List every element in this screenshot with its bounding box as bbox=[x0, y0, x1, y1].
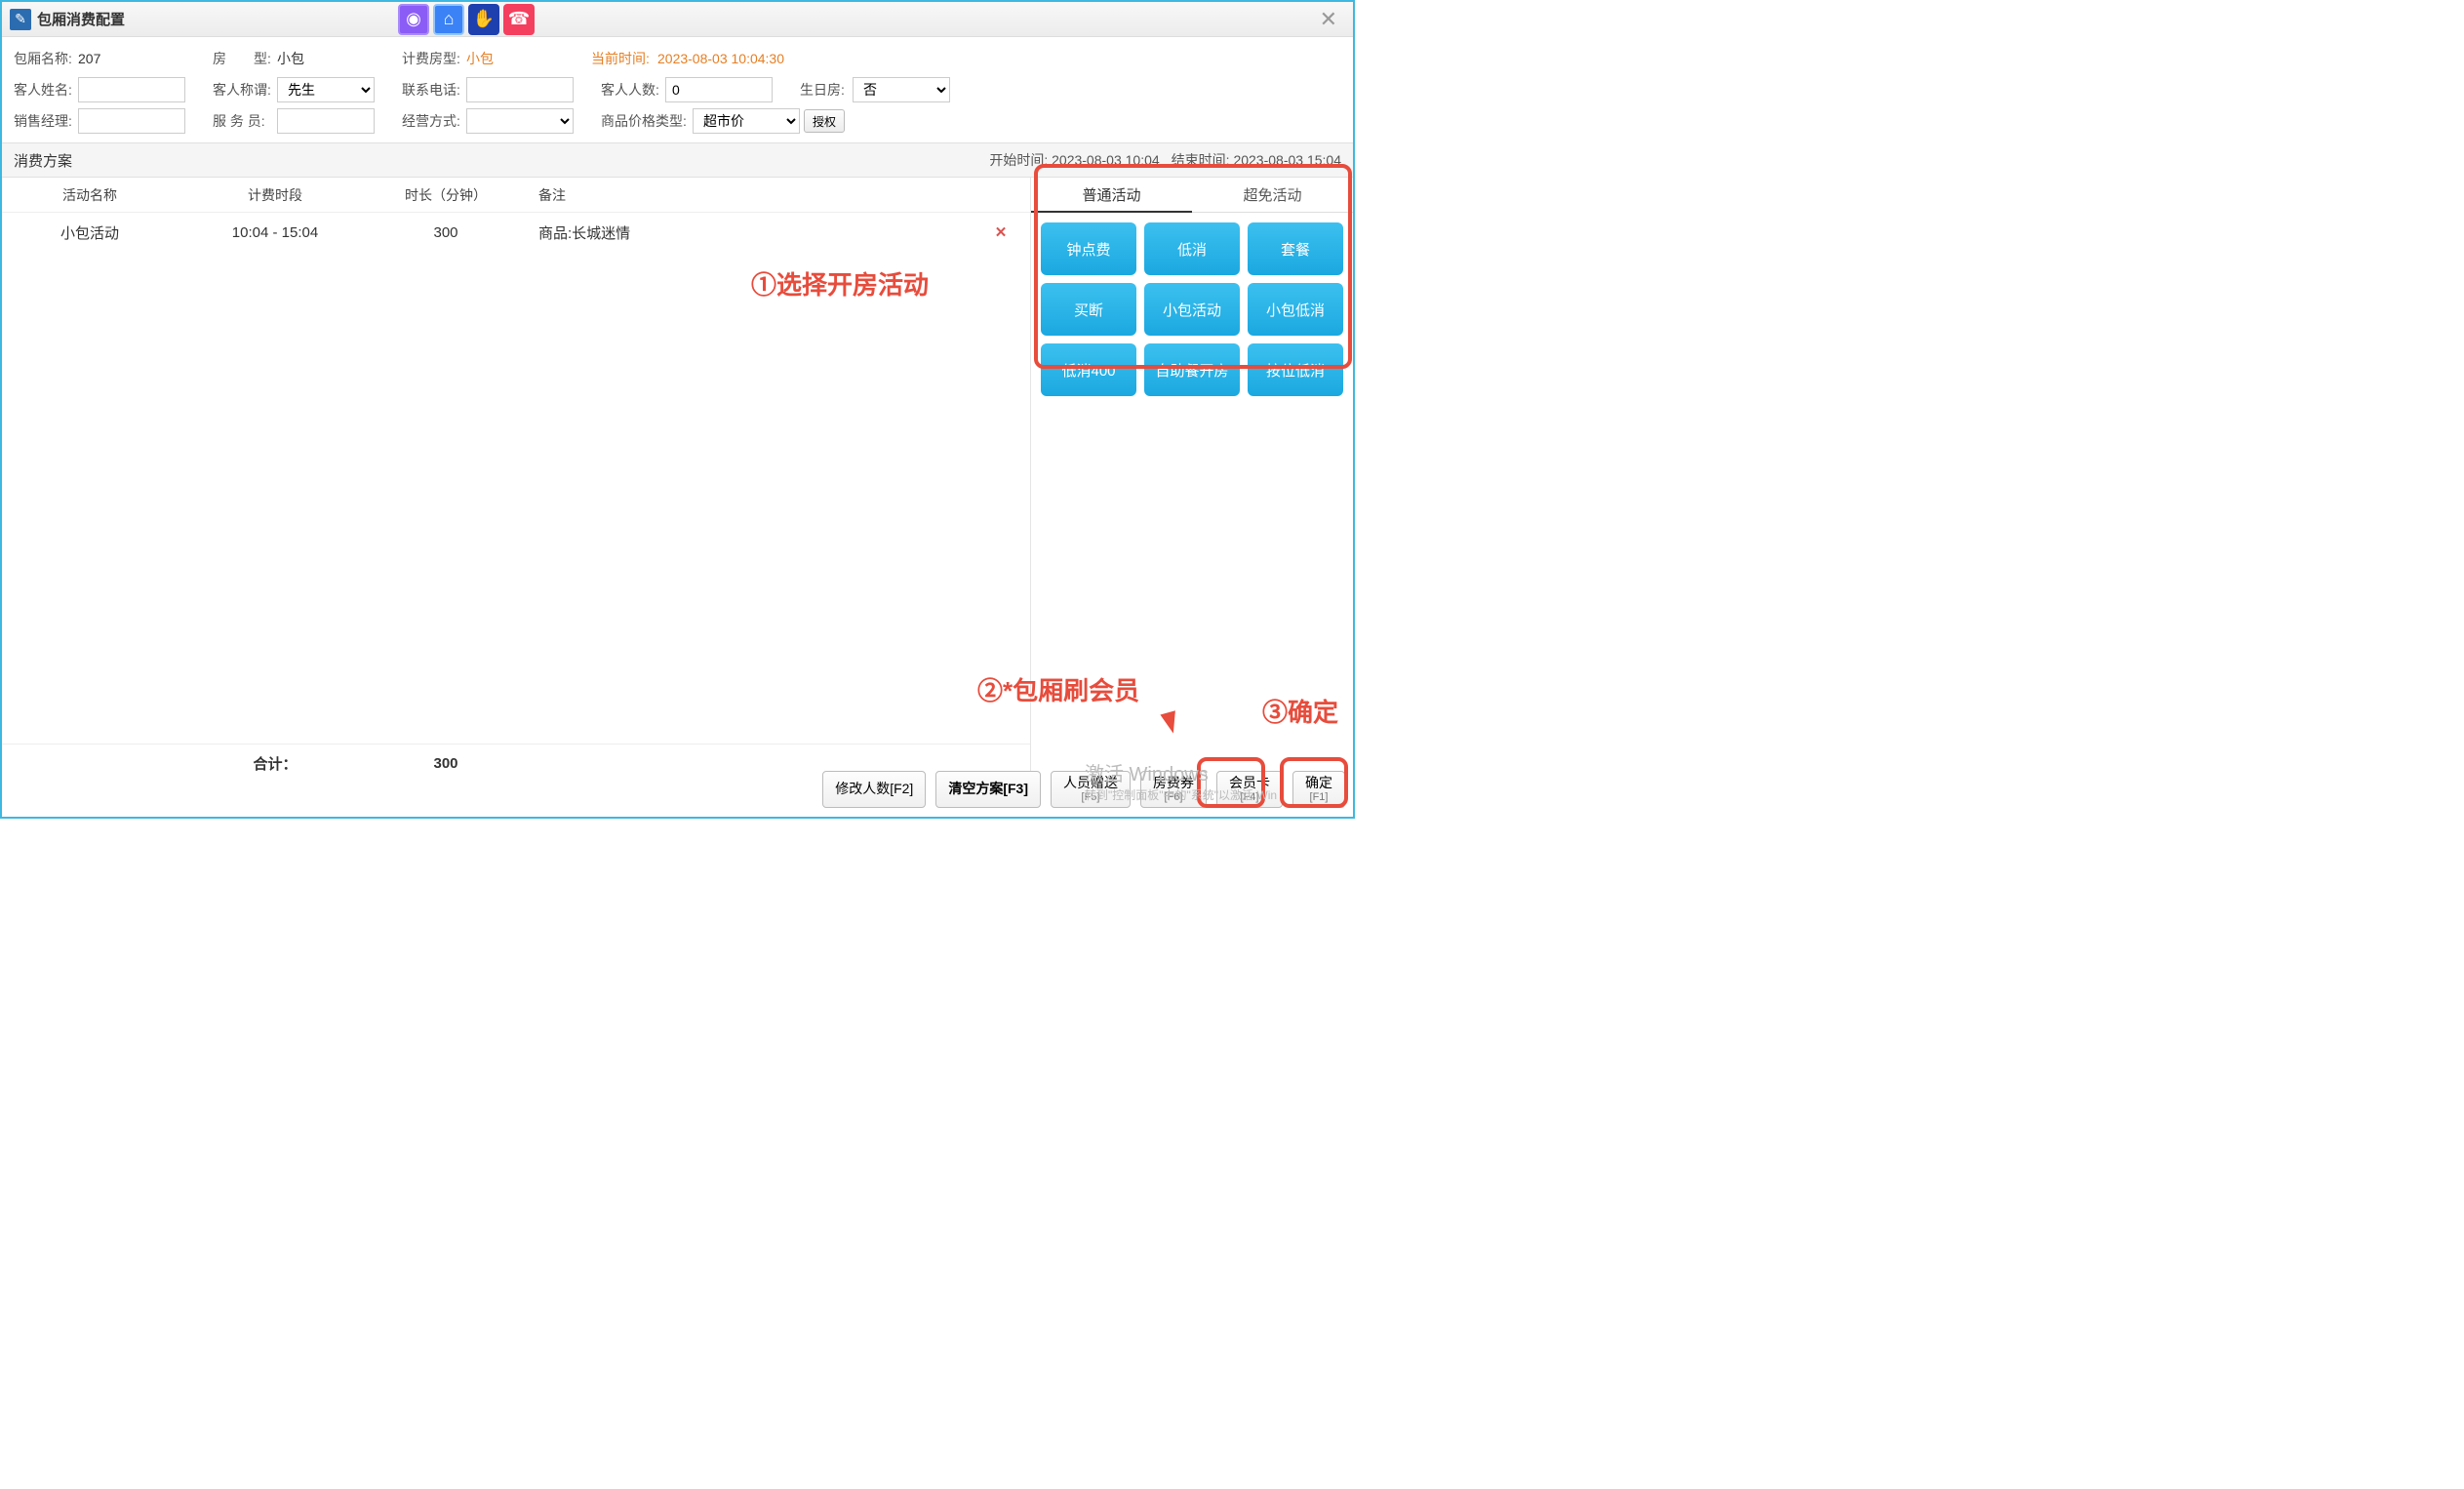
guest-count-label: 客人人数: bbox=[601, 80, 661, 100]
activity-button-4[interactable]: 小包活动 bbox=[1144, 283, 1240, 336]
staff-gift-button[interactable]: 人员赠送[F5] bbox=[1051, 771, 1131, 808]
cell-duration: 300 bbox=[373, 224, 519, 241]
tool-icon-support[interactable]: ☎ bbox=[503, 4, 535, 35]
room-type-label: 房 型: bbox=[213, 49, 273, 68]
birthday-select[interactable]: 否 bbox=[853, 77, 950, 102]
close-icon[interactable]: ✕ bbox=[1312, 7, 1345, 32]
activity-button-0[interactable]: 钟点费 bbox=[1041, 222, 1136, 275]
cell-period: 10:04 - 15:04 bbox=[178, 224, 373, 241]
price-type-label: 商品价格类型: bbox=[601, 111, 689, 131]
table-row[interactable]: 小包活动 10:04 - 15:04 300 商品:长城迷情 ✕ bbox=[2, 213, 1030, 252]
activity-button-7[interactable]: 自助餐开房 bbox=[1144, 343, 1240, 396]
room-name-value: 207 bbox=[78, 51, 185, 66]
biz-mode-select[interactable] bbox=[466, 108, 574, 134]
activity-button-8[interactable]: 按位低消 bbox=[1248, 343, 1343, 396]
tool-icon-home[interactable]: ⌂ bbox=[433, 4, 464, 35]
guest-title-label: 客人称谓: bbox=[213, 80, 273, 100]
cell-remark: 商品:长城迷情 bbox=[519, 222, 831, 243]
billing-type-value: 小包 bbox=[466, 49, 564, 68]
hdr-duration: 时长（分钟） bbox=[373, 185, 519, 205]
current-time-label: 当前时间: bbox=[591, 49, 654, 68]
confirm-button[interactable]: 确定[F1] bbox=[1292, 771, 1345, 808]
footer-bar: 修改人数[F2] 清空方案[F3] 人员赠送[F5] 房费券[F6] 会员卡[F… bbox=[10, 768, 1345, 811]
end-time-label: 结束时间: bbox=[1172, 152, 1230, 168]
start-time-label: 开始时间: bbox=[989, 152, 1048, 168]
guest-title-select[interactable]: 先生 bbox=[277, 77, 375, 102]
titlebar: ✎ 包厢消费配置 ◉ ⌂ ✋ ☎ ✕ bbox=[2, 2, 1353, 37]
activity-button-6[interactable]: 低消400 bbox=[1041, 343, 1136, 396]
tab-normal-activity[interactable]: 普通活动 bbox=[1031, 178, 1192, 213]
activity-panel: 普通活动 超免活动 钟点费低消套餐买断小包活动小包低消低消400自助餐开房按位低… bbox=[1031, 178, 1353, 783]
hdr-period: 计费时段 bbox=[178, 185, 373, 205]
guest-name-input[interactable] bbox=[78, 77, 185, 102]
auth-button[interactable]: 授权 bbox=[804, 109, 845, 133]
price-type-select[interactable]: 超市价 bbox=[693, 108, 800, 134]
billing-type-label: 计费房型: bbox=[402, 49, 462, 68]
waiter-label: 服 务 员: bbox=[213, 111, 273, 131]
guest-count-input[interactable] bbox=[665, 77, 773, 102]
room-type-value: 小包 bbox=[277, 49, 375, 68]
sales-mgr-label: 销售经理: bbox=[14, 111, 74, 131]
cell-activity-name: 小包活动 bbox=[2, 222, 178, 243]
clear-plan-button[interactable]: 清空方案[F3] bbox=[935, 771, 1041, 808]
phone-label: 联系电话: bbox=[402, 80, 462, 100]
tool-icon-hand[interactable]: ✋ bbox=[468, 4, 499, 35]
form-area: 包厢名称: 207 房 型: 小包 计费房型: 小包 当前时间: 2023-08… bbox=[2, 37, 1353, 142]
section-title: 消费方案 bbox=[14, 150, 72, 171]
start-time-value: 2023-08-03 10:04 bbox=[1052, 152, 1160, 168]
room-coupon-button[interactable]: 房费券[F6] bbox=[1140, 771, 1207, 808]
member-card-button[interactable]: 会员卡[F4] bbox=[1216, 771, 1283, 808]
app-icon: ✎ bbox=[10, 9, 31, 30]
activity-button-3[interactable]: 买断 bbox=[1041, 283, 1136, 336]
tab-super-activity[interactable]: 超免活动 bbox=[1192, 178, 1353, 213]
current-time-value: 2023-08-03 10:04:30 bbox=[657, 51, 784, 66]
end-time-value: 2023-08-03 15:04 bbox=[1233, 152, 1341, 168]
birthday-label: 生日房: bbox=[800, 80, 849, 100]
phone-input[interactable] bbox=[466, 77, 574, 102]
plan-table: 活动名称 计费时段 时长（分钟） 备注 小包活动 10:04 - 15:04 3… bbox=[2, 178, 1031, 783]
activity-button-5[interactable]: 小包低消 bbox=[1248, 283, 1343, 336]
modify-count-button[interactable]: 修改人数[F2] bbox=[822, 771, 926, 808]
delete-row-icon[interactable]: ✕ bbox=[995, 224, 1008, 241]
biz-mode-label: 经营方式: bbox=[402, 111, 462, 131]
room-name-label: 包厢名称: bbox=[14, 49, 74, 68]
waiter-input[interactable] bbox=[277, 108, 375, 134]
hdr-activity-name: 活动名称 bbox=[2, 185, 178, 205]
tool-icon-spiral[interactable]: ◉ bbox=[398, 4, 429, 35]
guest-name-label: 客人姓名: bbox=[14, 80, 74, 100]
section-bar: 消费方案 开始时间: 2023-08-03 10:04 结束时间: 2023-0… bbox=[2, 142, 1353, 178]
sales-mgr-input[interactable] bbox=[78, 108, 185, 134]
window-title: 包厢消费配置 bbox=[37, 9, 125, 29]
activity-button-1[interactable]: 低消 bbox=[1144, 222, 1240, 275]
hdr-remark: 备注 bbox=[519, 185, 831, 205]
activity-button-2[interactable]: 套餐 bbox=[1248, 222, 1343, 275]
